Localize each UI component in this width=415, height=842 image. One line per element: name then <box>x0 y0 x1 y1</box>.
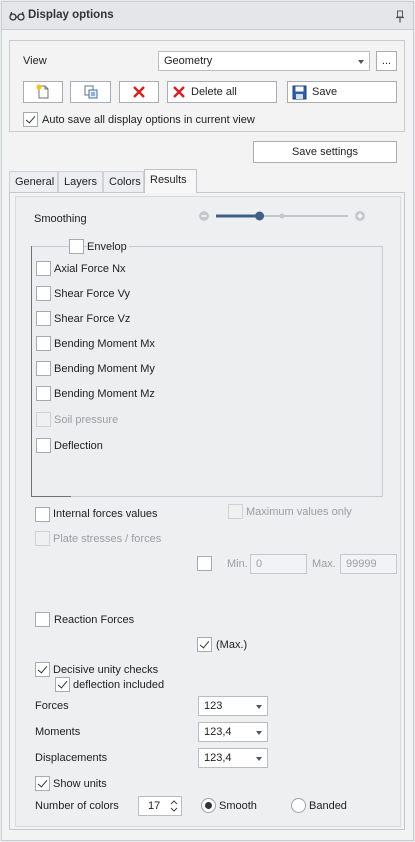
delete-all-label: Delete all <box>191 86 237 98</box>
envelop-item-label: Deflection <box>54 440 103 452</box>
moments-format-dropdown[interactable]: 123,4 <box>198 722 268 742</box>
min-input[interactable]: 0 <box>250 554 307 574</box>
panel-titlebar: Display options <box>2 2 413 30</box>
forces-format-dropdown[interactable]: 123 <box>198 696 268 716</box>
maximum-values-only-checkbox[interactable] <box>228 504 243 519</box>
view-dropdown-value: Geometry <box>164 55 213 67</box>
displacements-format-dropdown[interactable]: 123,4 <box>198 748 268 768</box>
envelop-item-checkbox[interactable] <box>36 361 51 376</box>
forces-label: Forces <box>35 700 69 712</box>
envelop-label: Envelop <box>87 241 129 253</box>
slider-thumb[interactable] <box>255 211 265 221</box>
envelop-item-label: Shear Force Vy <box>54 288 131 300</box>
chevron-down-icon <box>256 731 262 735</box>
envelop-item-checkbox[interactable] <box>36 412 51 427</box>
displacements-format-value: 123,4 <box>204 752 232 764</box>
deflection-included-label: deflection included <box>73 679 165 691</box>
show-units-checkbox[interactable] <box>35 776 50 791</box>
envelop-item-label: Axial Force Nx <box>54 263 126 275</box>
number-of-colors-label: Number of colors <box>35 800 119 812</box>
save-settings-button[interactable]: Save settings <box>253 141 397 163</box>
forces-format-value: 123 <box>204 700 223 712</box>
envelop-item-checkbox[interactable] <box>36 336 51 351</box>
glasses-icon <box>9 11 25 21</box>
moments-format-value: 123,4 <box>204 726 232 738</box>
view-more-label: ... <box>381 55 392 67</box>
internal-forces-checkbox[interactable] <box>35 507 50 522</box>
envelop-item-checkbox[interactable] <box>36 386 51 401</box>
envelop-item-checkbox[interactable] <box>36 286 51 301</box>
envelop-item-checkbox[interactable] <box>36 261 51 276</box>
slider-tick <box>279 213 285 219</box>
view-label: View <box>23 55 47 67</box>
max-value: 99999 <box>346 558 377 570</box>
number-of-colors-value: 17 <box>148 800 161 812</box>
internal-forces-label: Internal forces values <box>53 508 158 520</box>
max-input[interactable]: 99999 <box>340 554 397 574</box>
floppy-disk-icon <box>292 85 307 99</box>
spinner-arrows-icon[interactable] <box>170 799 178 813</box>
envelop-item-label: Shear Force Vz <box>54 313 131 325</box>
tab-colors[interactable]: Colors <box>103 171 144 192</box>
reaction-forces-label: Reaction Forces <box>54 614 135 626</box>
show-units-label: Show units <box>53 778 107 790</box>
pin-icon[interactable] <box>395 10 405 23</box>
tab-results-label: Results <box>150 174 187 186</box>
maximum-values-only-label: Maximum values only <box>246 506 352 518</box>
plate-stresses-label: Plate stresses / forces <box>53 533 162 545</box>
tab-general-label: General <box>15 176 55 188</box>
decisive-unity-checks-label: Decisive unity checks <box>53 664 159 676</box>
chevron-down-icon <box>358 60 364 64</box>
max-check-label: (Max.) <box>216 639 248 651</box>
banded-radio[interactable] <box>291 798 306 813</box>
tab-layers[interactable]: Layers <box>58 171 103 192</box>
delete-x-icon <box>173 86 185 98</box>
new-view-button[interactable] <box>23 81 63 103</box>
number-of-colors-spinner[interactable]: 17 <box>138 796 182 816</box>
new-document-icon <box>36 84 49 99</box>
envelop-item-label: Soil pressure <box>54 414 119 426</box>
smoothing-slider[interactable] <box>198 209 368 223</box>
min-label: Min. <box>227 558 248 570</box>
tab-colors-label: Colors <box>109 176 141 188</box>
envelop-item-checkbox[interactable] <box>36 311 51 326</box>
deflection-included-checkbox[interactable] <box>55 677 70 692</box>
smooth-label: Smooth <box>219 800 257 812</box>
save-button[interactable]: Save <box>287 81 397 103</box>
delete-x-icon <box>133 86 145 98</box>
envelop-item-label: Bending Moment Mx <box>54 338 155 350</box>
decisive-unity-checks-checkbox[interactable] <box>35 662 50 677</box>
max-label: Max. <box>312 558 336 570</box>
tab-layers-label: Layers <box>64 176 98 188</box>
delete-view-button[interactable] <box>119 81 159 103</box>
banded-label: Banded <box>309 800 347 812</box>
autosave-checkbox[interactable] <box>23 112 38 127</box>
reaction-forces-checkbox[interactable] <box>35 612 50 627</box>
smoothing-label: Smoothing <box>34 213 87 225</box>
envelop-item-label: Bending Moment My <box>54 363 155 375</box>
autosave-label: Auto save all display options in current… <box>42 114 255 126</box>
max-checkbox[interactable] <box>197 637 212 652</box>
copy-view-button[interactable] <box>70 81 111 103</box>
moments-label: Moments <box>35 726 81 738</box>
tab-results[interactable]: Results <box>144 169 197 193</box>
view-dropdown[interactable]: Geometry <box>158 51 370 71</box>
delete-all-button[interactable]: Delete all <box>167 81 277 103</box>
envelop-item-checkbox[interactable] <box>36 438 51 453</box>
save-label: Save <box>312 86 338 98</box>
panel-title: Display options <box>28 9 114 21</box>
envelop-checkbox[interactable] <box>69 239 84 254</box>
copy-icon <box>84 85 97 99</box>
min-max-checkbox[interactable] <box>197 556 212 571</box>
min-value: 0 <box>256 558 263 570</box>
smooth-radio[interactable] <box>201 798 216 813</box>
displacements-label: Displacements <box>35 752 108 764</box>
plate-stresses-checkbox[interactable] <box>35 531 50 546</box>
envelop-item-label: Bending Moment Mz <box>54 388 155 400</box>
tab-general[interactable]: General <box>9 171 58 192</box>
view-more-button[interactable]: ... <box>376 51 397 71</box>
chevron-down-icon <box>256 757 262 761</box>
save-settings-label: Save settings <box>291 146 359 158</box>
chevron-down-icon <box>256 705 262 709</box>
